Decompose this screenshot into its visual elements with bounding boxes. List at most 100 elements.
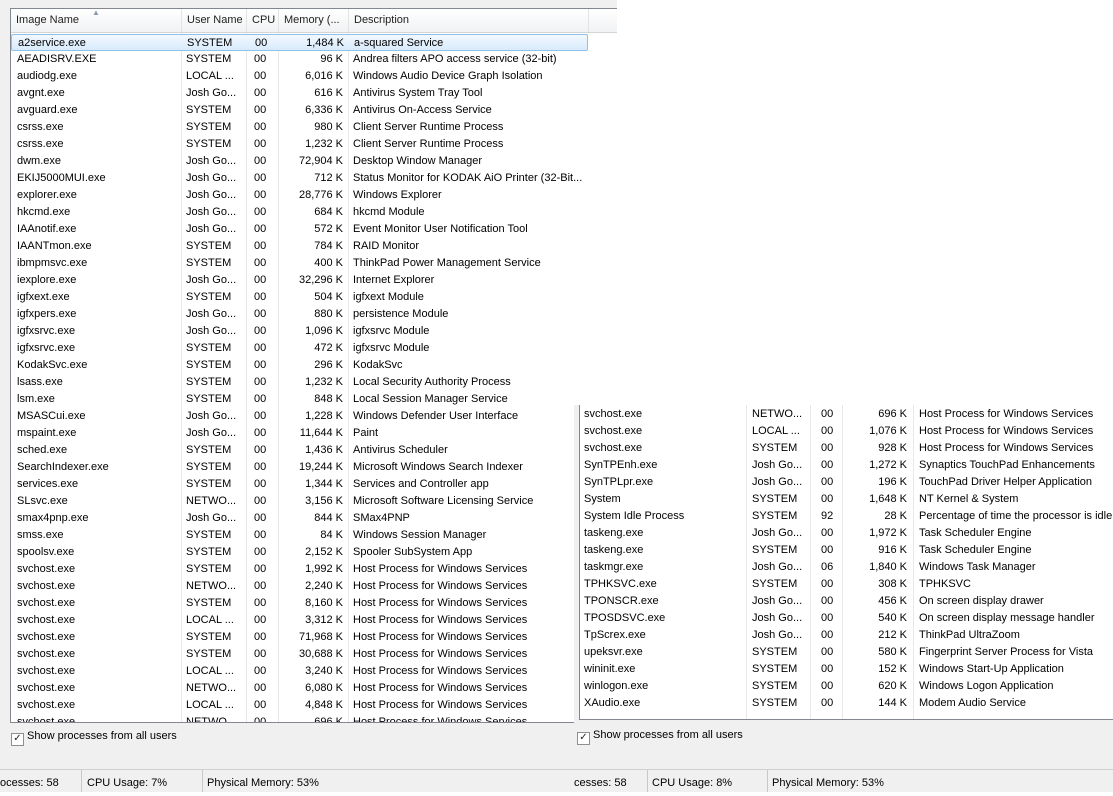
memory-cell: 19,244 K — [298, 461, 343, 473]
table-row[interactable]: ibmpmsvc.exe SYSTEM 00 400 K ThinkPad Power … — [11, 255, 588, 272]
table-row[interactable]: taskeng.exe Josh Go... 00 1,972 K Task Sched… — [580, 525, 1113, 542]
table-row[interactable]: igfxext.exe SYSTEM 00 504 K igfxext Module — [11, 289, 588, 306]
table-row[interactable]: EKIJ5000MUI.exe Josh Go... 00 712 K Status M… — [11, 170, 588, 187]
table-row[interactable]: svchost.exe LOCAL ... 00 1,076 K Host Proces… — [580, 423, 1113, 440]
table-row[interactable]: TPOSDSVC.exe Josh Go... 00 540 K On screen d… — [580, 610, 1113, 627]
table-row[interactable]: svchost.exe SYSTEM 00 8,160 K Host Process f… — [11, 595, 588, 612]
table-row[interactable]: igfxsrvc.exe Josh Go... 00 1,096 K igfxsrvc … — [11, 323, 588, 340]
process-name-cell: upeksvr.exe — [584, 646, 643, 658]
table-row[interactable]: SynTPEnh.exe Josh Go... 00 1,272 K Synaptics… — [580, 457, 1113, 474]
process-name-cell: igfxsrvc.exe — [17, 325, 76, 337]
table-row[interactable]: TpScrex.exe Josh Go... 00 212 K ThinkPad Ult… — [580, 627, 1113, 644]
cpu-cell: 00 — [254, 512, 267, 524]
table-row[interactable]: SearchIndexer.exe SYSTEM 00 19,244 K Microso… — [11, 459, 588, 476]
table-row[interactable]: sched.exe SYSTEM 00 1,436 K Antivirus Schedu… — [11, 442, 588, 459]
table-row[interactable]: wininit.exe SYSTEM 00 152 K Windows Start-Up… — [580, 661, 1113, 678]
cpu-cell: 00 — [254, 138, 267, 150]
right-show-all-users-checkbox[interactable]: ✓ — [577, 732, 590, 745]
column-header-cpu[interactable]: CPU — [247, 9, 279, 32]
table-row[interactable]: KodakSvc.exe SYSTEM 00 296 K KodakSvc — [11, 357, 588, 374]
table-row[interactable]: System SYSTEM 00 1,648 K NT Kernel & System — [580, 491, 1113, 508]
right-show-all-users-row[interactable]: ✓ Show processes from all users — [577, 727, 743, 745]
table-row[interactable]: XAudio.exe SYSTEM 00 144 K Modem Audio Servi… — [580, 695, 1113, 712]
table-row[interactable]: SynTPLpr.exe Josh Go... 00 196 K TouchPad Dr… — [580, 474, 1113, 491]
cpu-cell: 00 — [254, 495, 267, 507]
left-process-list[interactable]: Image Name ▲ User Name CPU Memory (... De… — [10, 8, 617, 723]
cpu-cell: 00 — [254, 563, 267, 575]
process-name-cell: TPHKSVC.exe — [584, 578, 657, 590]
table-row[interactable]: svchost.exe NETWO... 00 2,240 K Host Process… — [11, 578, 588, 595]
table-row[interactable]: hkcmd.exe Josh Go... 00 684 K hkcmd Module — [11, 204, 588, 221]
table-row[interactable]: services.exe SYSTEM 00 1,344 K Services and … — [11, 476, 588, 493]
cpu-cell: 00 — [254, 597, 267, 609]
right-process-list[interactable]: svchost.exe NETWO... 00 696 K Host Process f… — [579, 405, 1113, 720]
table-row[interactable]: lsm.exe SYSTEM 00 848 K Local Session Manage… — [11, 391, 588, 408]
table-row[interactable]: a2service.exe SYSTEM 00 1,484 K a-squared Se… — [11, 34, 588, 51]
user-name-cell: NETWO... — [186, 682, 237, 694]
left-show-all-users-checkbox[interactable]: ✓ — [11, 733, 24, 746]
table-row[interactable]: System Idle Process SYSTEM 92 28 K Percentag… — [580, 508, 1113, 525]
description-cell: Fingerprint Server Process for Vista — [919, 646, 1094, 658]
right-show-all-users-label: Show processes from all users — [593, 729, 743, 741]
table-row[interactable]: IAANTmon.exe SYSTEM 00 784 K RAID Monitor — [11, 238, 588, 255]
memory-cell: 540 K — [878, 612, 907, 624]
table-row[interactable]: MSASCui.exe Josh Go... 00 1,228 K Windows De… — [11, 408, 588, 425]
table-row[interactable]: winlogon.exe SYSTEM 00 620 K Windows Logon A… — [580, 678, 1113, 695]
memory-cell: 32,296 K — [298, 274, 343, 286]
table-row[interactable]: dwm.exe Josh Go... 00 72,904 K Desktop Windo… — [11, 153, 588, 170]
table-row[interactable]: smss.exe SYSTEM 00 84 K Windows Session Mana… — [11, 527, 588, 544]
table-row[interactable]: taskmgr.exe Josh Go... 06 1,840 K Windows Ta… — [580, 559, 1113, 576]
description-cell: Host Process for Windows Services — [353, 631, 528, 643]
table-row[interactable]: upeksvr.exe SYSTEM 00 580 K Fingerprint Serv… — [580, 644, 1113, 661]
table-row[interactable]: svchost.exe SYSTEM 00 30,688 K Host Process … — [11, 646, 588, 663]
column-header-description[interactable]: Description — [349, 9, 589, 32]
user-name-cell: NETWO... — [186, 716, 237, 723]
table-row[interactable]: svchost.exe LOCAL ... 00 3,240 K Host Proces… — [11, 663, 588, 680]
column-header-image-name[interactable]: Image Name ▲ — [11, 9, 182, 32]
table-row[interactable]: TPHKSVC.exe SYSTEM 00 308 K TPHKSVC — [580, 576, 1113, 593]
description-cell: Windows Task Manager — [919, 561, 1036, 573]
table-row[interactable]: csrss.exe SYSTEM 00 1,232 K Client Server Ru… — [11, 136, 588, 153]
process-name-cell: winlogon.exe — [584, 680, 649, 692]
table-row[interactable]: taskeng.exe SYSTEM 00 916 K Task Scheduler E… — [580, 542, 1113, 559]
table-row[interactable]: igfxsrvc.exe SYSTEM 00 472 K igfxsrvc Module — [11, 340, 588, 357]
table-row[interactable]: SLsvc.exe NETWO... 00 3,156 K Microsoft Soft… — [11, 493, 588, 510]
cpu-cell: 00 — [254, 410, 267, 422]
table-row[interactable]: svchost.exe NETWO... 00 696 K Host Process f… — [580, 406, 1113, 423]
table-row[interactable]: mspaint.exe Josh Go... 00 11,644 K Paint — [11, 425, 588, 442]
table-row[interactable]: csrss.exe SYSTEM 00 980 K Client Server Runt… — [11, 119, 588, 136]
description-cell: Antivirus On-Access Service — [353, 104, 492, 116]
table-row[interactable]: explorer.exe Josh Go... 00 28,776 K Windows … — [11, 187, 588, 204]
column-header-memory[interactable]: Memory (... — [279, 9, 349, 32]
left-show-all-users-row[interactable]: ✓ Show processes from all users — [11, 728, 177, 746]
table-row[interactable]: audiodg.exe LOCAL ... 00 6,016 K Windows Aud… — [11, 68, 588, 85]
description-cell: Host Process for Windows Services — [353, 580, 528, 592]
table-row[interactable]: svchost.exe SYSTEM 00 1,992 K Host Process f… — [11, 561, 588, 578]
table-row[interactable]: svchost.exe SYSTEM 00 928 K Host Process for… — [580, 440, 1113, 457]
table-row[interactable]: smax4pnp.exe Josh Go... 00 844 K SMax4PNP — [11, 510, 588, 527]
table-row[interactable]: svchost.exe SYSTEM 00 71,968 K Host Process … — [11, 629, 588, 646]
column-header-user-name[interactable]: User Name — [182, 9, 247, 32]
table-row[interactable]: svchost.exe LOCAL ... 00 4,848 K Host Proces… — [11, 697, 588, 714]
cpu-cell: 00 — [254, 325, 267, 337]
table-row[interactable]: AEADISRV.EXE SYSTEM 00 96 K Andrea filters A… — [11, 51, 588, 68]
cpu-cell: 00 — [821, 544, 834, 556]
description-cell: Client Server Runtime Process — [353, 121, 504, 133]
left-column-header-bar: Image Name ▲ User Name CPU Memory (... De… — [11, 9, 617, 33]
table-row[interactable]: igfxpers.exe Josh Go... 00 880 K persistence… — [11, 306, 588, 323]
table-row[interactable]: IAAnotif.exe Josh Go... 00 572 K Event Monit… — [11, 221, 588, 238]
table-row[interactable]: svchost.exe LOCAL ... 00 3,312 K Host Proces… — [11, 612, 588, 629]
table-row[interactable]: avgnt.exe Josh Go... 00 616 K Antivirus Syst… — [11, 85, 588, 102]
process-name-cell: hkcmd.exe — [17, 206, 71, 218]
table-row[interactable]: spoolsv.exe SYSTEM 00 2,152 K Spooler SubSys… — [11, 544, 588, 561]
table-row[interactable]: avguard.exe SYSTEM 00 6,336 K Antivirus On-A… — [11, 102, 588, 119]
table-row[interactable]: TPONSCR.exe Josh Go... 00 456 K On screen di… — [580, 593, 1113, 610]
description-cell: TouchPad Driver Helper Application — [919, 476, 1093, 488]
table-row[interactable]: iexplore.exe Josh Go... 00 32,296 K Internet… — [11, 272, 588, 289]
table-row[interactable]: svchost.exe NETWO... 00 6,080 K Host Process… — [11, 680, 588, 697]
table-row[interactable]: svchost.exe NETWO... 00 696 K Host Process f… — [11, 714, 588, 723]
user-name-cell: SYSTEM — [186, 138, 232, 150]
process-name-cell: csrss.exe — [17, 138, 64, 150]
table-row[interactable]: lsass.exe SYSTEM 00 1,232 K Local Security A… — [11, 374, 588, 391]
user-name-cell: Josh Go... — [186, 172, 237, 184]
